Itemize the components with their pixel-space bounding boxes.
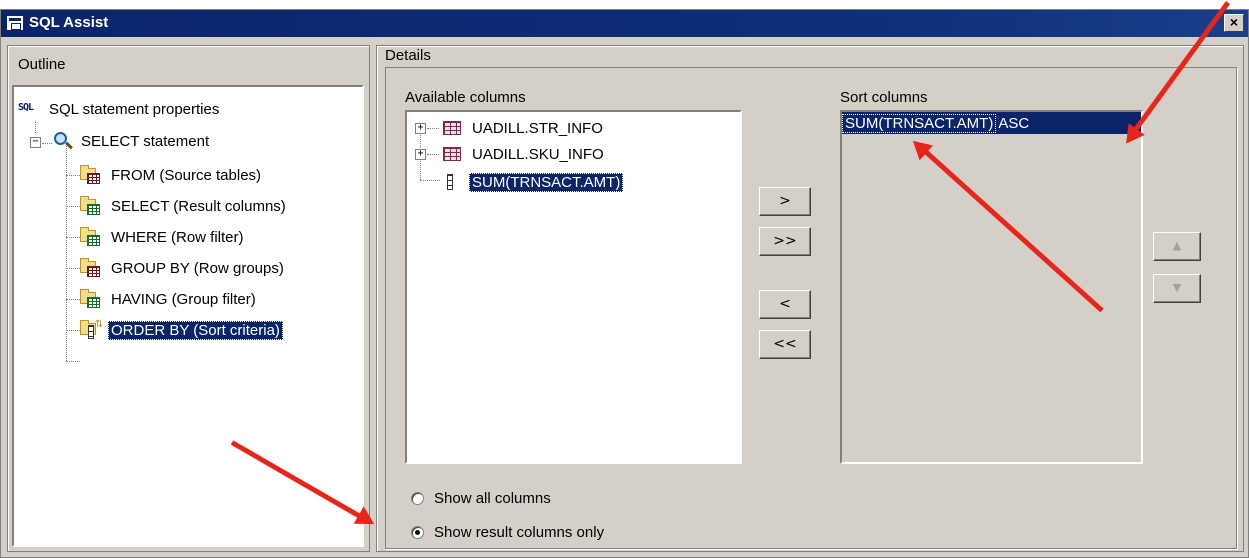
outline-tree[interactable]: − SQL SQL statement properties SELECT st… <box>12 85 364 547</box>
radio-button-on[interactable] <box>411 526 424 539</box>
tree-item-select-statement[interactable]: SELECT statement <box>50 129 212 153</box>
close-button[interactable]: × <box>1224 14 1244 32</box>
tree-item-order-by[interactable]: ⇅ ORDER BY (Sort criteria) <box>80 318 283 342</box>
move-down-button[interactable]: ▼ <box>1153 274 1201 303</box>
folder-columns-icon <box>80 196 102 216</box>
sql-icon: SQL <box>18 102 34 113</box>
remove-all-button[interactable]: << <box>759 330 811 359</box>
folder-group-icon <box>80 258 102 278</box>
available-columns-label: Available columns <box>405 89 526 106</box>
table-icon <box>441 118 463 138</box>
sort-row[interactable]: SUM(TRNSACT.AMT) ASC <box>842 112 1141 134</box>
sort-column-cell[interactable]: SUM(TRNSACT.AMT) <box>842 113 997 133</box>
magnifier-icon <box>50 131 72 151</box>
show-all-columns-radio[interactable]: Show all columns <box>411 490 551 507</box>
column-icon <box>441 172 463 192</box>
collapse-toggle[interactable]: − <box>30 137 41 148</box>
expand-str-info[interactable]: + <box>415 123 426 134</box>
outline-label: Outline <box>18 56 66 73</box>
folder-having-icon <box>80 289 102 309</box>
table-item-sku-info[interactable]: UADILL.SKU_INFO <box>441 142 607 166</box>
column-item-sum-amt[interactable]: SUM(TRNSACT.AMT) <box>441 170 624 194</box>
sql-assist-window: SQL Assist × Outline − SQL SQL statement… <box>0 9 1249 558</box>
folder-sort-icon: ⇅ <box>80 320 103 340</box>
tree-item-having[interactable]: HAVING (Group filter) <box>80 287 259 311</box>
details-label: Details <box>385 47 431 64</box>
details-panel: Details Available columns + + UADILL.STR… <box>376 45 1244 552</box>
radio-button-off[interactable] <box>411 492 424 505</box>
folder-filter-icon <box>80 227 102 247</box>
window-title: SQL Assist <box>29 14 109 31</box>
remove-button[interactable]: < <box>759 290 811 319</box>
app-icon <box>7 16 23 30</box>
tree-item-where[interactable]: WHERE (Row filter) <box>80 225 247 249</box>
add-all-button[interactable]: >> <box>759 227 811 256</box>
title-bar[interactable]: SQL Assist × <box>1 10 1248 37</box>
tree-item-select-columns[interactable]: SELECT (Result columns) <box>80 194 289 218</box>
sort-order-cell[interactable]: ASC <box>996 115 1031 132</box>
sort-columns-label: Sort columns <box>840 89 928 106</box>
table-item-str-info[interactable]: UADILL.STR_INFO <box>441 116 606 140</box>
tree-item-group-by[interactable]: GROUP BY (Row groups) <box>80 256 287 280</box>
tree-item-from[interactable]: FROM (Source tables) <box>80 163 264 187</box>
tree-item-sql-properties[interactable]: SQL SQL statement properties <box>18 97 222 121</box>
table-icon <box>441 144 463 164</box>
move-up-button[interactable]: ▲ <box>1153 232 1201 261</box>
folder-table-icon <box>80 165 102 185</box>
add-button[interactable]: > <box>759 187 811 216</box>
sort-columns-list[interactable]: SUM(TRNSACT.AMT) ASC <box>840 110 1143 464</box>
expand-sku-info[interactable]: + <box>415 149 426 160</box>
show-result-columns-radio[interactable]: Show result columns only <box>411 524 604 541</box>
outline-panel: Outline − SQL SQL statement properties S… <box>7 45 370 552</box>
available-columns-list[interactable]: + + UADILL.STR_INFO UADILL.SKU_INFO SUM(… <box>405 110 742 464</box>
